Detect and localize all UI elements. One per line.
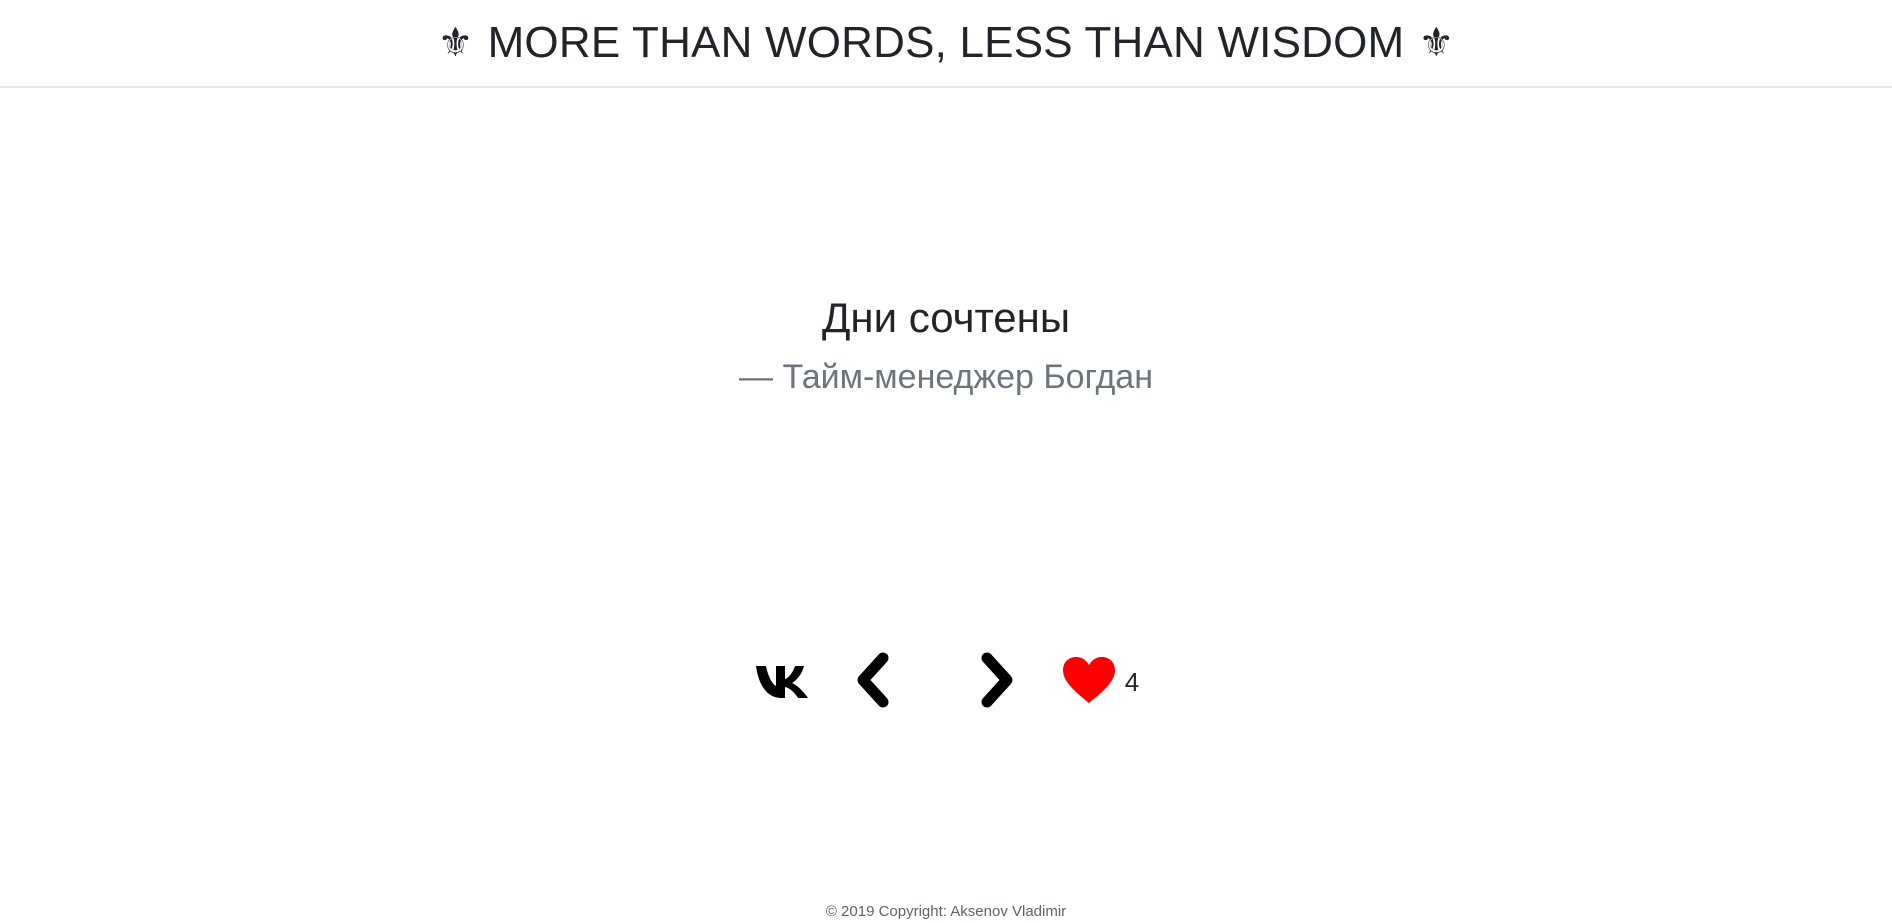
- chevron-left-icon: [857, 652, 889, 708]
- like-group: 4: [1061, 652, 1139, 708]
- footer-copyright: © 2019 Copyright: Aksenov Vladimir: [825, 903, 1067, 920]
- fleur-de-lis-icon: ⚜: [437, 20, 474, 66]
- quote-text: Дни сочтены: [821, 294, 1071, 341]
- site-title-text: MORE THAN WORDS, LESS THAN WISDOM: [487, 18, 1405, 67]
- vk-share-button[interactable]: [753, 650, 813, 710]
- vk-icon: [755, 666, 808, 698]
- heart-icon: [1062, 657, 1115, 703]
- quote-card: Дни сочтены — Тайм-менеджер Богдан: [0, 280, 1892, 402]
- previous-quote-button[interactable]: [851, 650, 895, 710]
- quote-author: — Тайм-менеджер Богдан: [739, 358, 1153, 396]
- fleur-de-lis-icon: ⚜: [1418, 20, 1455, 66]
- site-header: ⚜ MORE THAN WORDS, LESS THAN WISDOM ⚜: [0, 0, 1892, 88]
- site-title: ⚜ MORE THAN WORDS, LESS THAN WISDOM ⚜: [438, 18, 1455, 68]
- quote-actions: 4: [0, 648, 1892, 712]
- like-count: 4: [1124, 666, 1140, 697]
- chevron-right-icon: [981, 652, 1013, 708]
- next-quote-button[interactable]: [975, 650, 1019, 710]
- like-button[interactable]: [1061, 652, 1117, 708]
